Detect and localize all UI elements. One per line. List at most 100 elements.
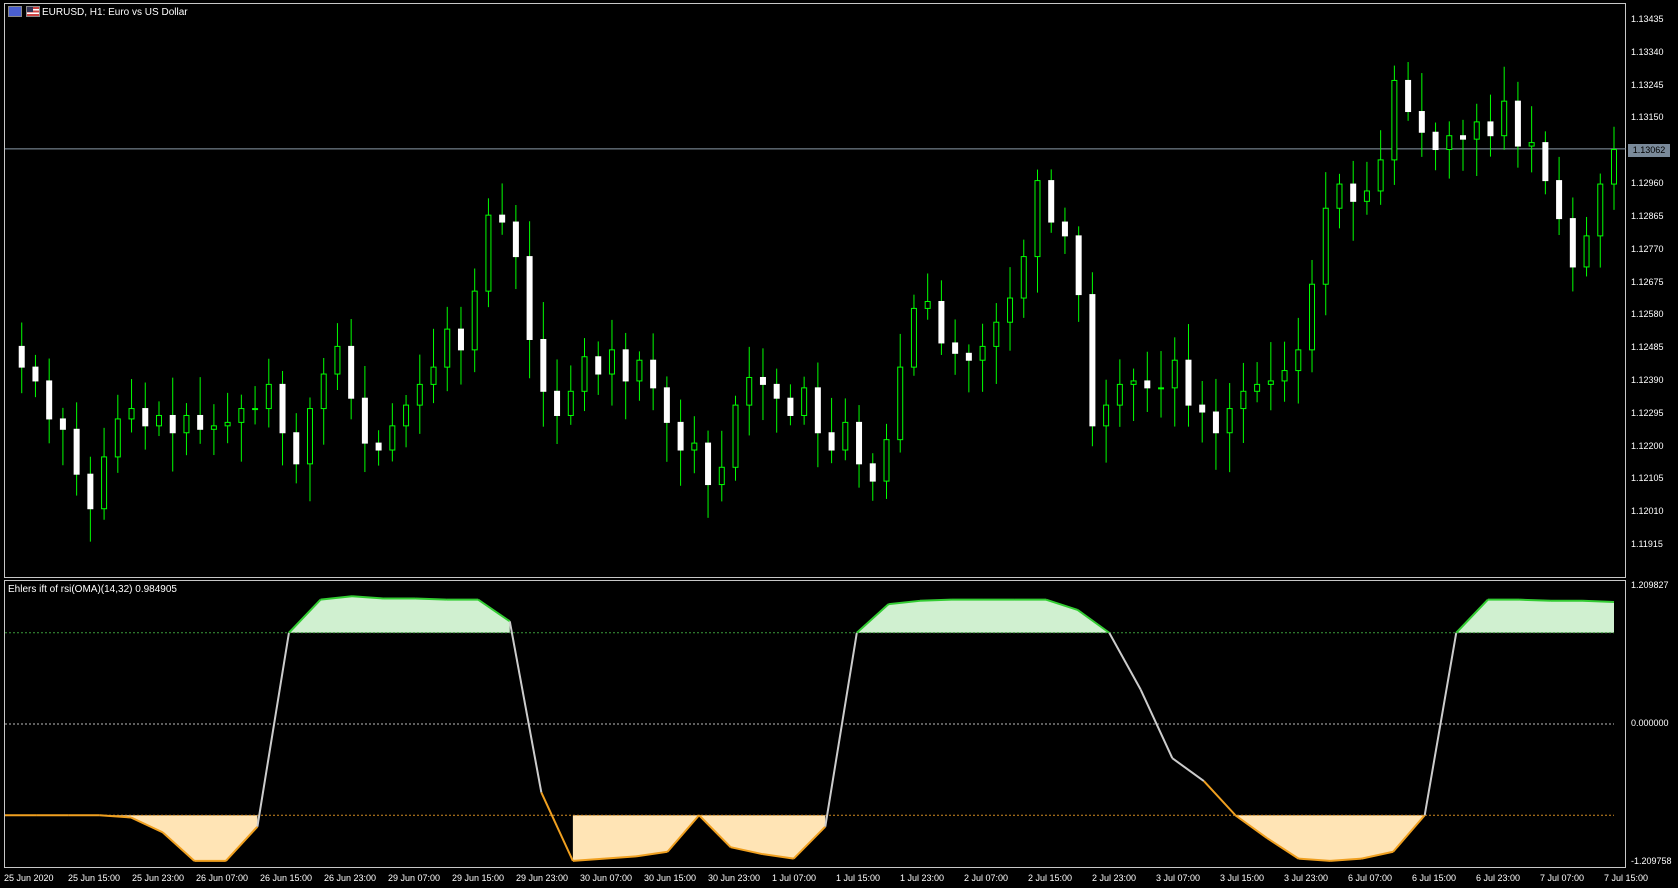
candle-body [965, 352, 972, 361]
candle-body [265, 383, 272, 410]
candle-body [348, 345, 355, 399]
indicator-axis-label: -1.209758 [1631, 856, 1672, 866]
lower-zone-fill [1235, 815, 1425, 861]
candle-body [293, 432, 300, 465]
candle-body [416, 383, 423, 406]
price-axis-label: 1.11915 [1631, 539, 1663, 549]
candle-body [1377, 159, 1384, 192]
candle-body [1185, 359, 1192, 406]
time-axis-label: 2 Jul 07:00 [964, 873, 1009, 883]
candle-body [746, 376, 753, 406]
candle-body [252, 408, 259, 411]
time-axis-label: 2 Jul 15:00 [1028, 873, 1073, 883]
candle-body [101, 456, 108, 510]
time-axis-label: 6 Jul 23:00 [1476, 873, 1521, 883]
candle-body [114, 418, 121, 458]
candle-body [1350, 183, 1357, 202]
candle-body [1514, 100, 1521, 147]
chart-svg [5, 62, 1626, 862]
time-axis-label: 26 Jun 23:00 [324, 873, 377, 883]
ift-line-segment [415, 597, 447, 601]
price-axis-label: 1.12675 [1631, 276, 1664, 287]
candle-body [979, 345, 986, 361]
candle-body [910, 307, 917, 368]
candle-body [403, 404, 410, 427]
candle-body [636, 359, 643, 382]
upper-zone-fill [856, 599, 1110, 633]
candle-body [1432, 131, 1439, 151]
candle-body [155, 414, 162, 427]
ift-line-segment [1203, 780, 1237, 816]
candle-body [608, 349, 615, 375]
price-axis-label: 1.13150 [1631, 112, 1664, 123]
candle-body [18, 345, 25, 368]
candle-body [197, 414, 204, 430]
candle-body [650, 359, 657, 389]
ift-line-segment [1171, 757, 1205, 782]
time-axis-label: 3 Jul 23:00 [1284, 873, 1329, 883]
candle-body [1130, 380, 1137, 385]
candle-body [1075, 235, 1082, 296]
candle-body [1034, 180, 1041, 258]
candle-body [1089, 294, 1096, 427]
price-axis-label: 1.12580 [1631, 309, 1664, 320]
indicator-axis-label: 0.000000 [1631, 718, 1669, 728]
time-axis-label: 7 Jul 15:00 [1604, 873, 1649, 883]
current-price-tag: 1.13062 [1628, 144, 1670, 157]
candle-body [1569, 218, 1576, 268]
candle-body [1171, 359, 1178, 389]
candle-body [897, 366, 904, 441]
candle-body [842, 421, 849, 451]
candle-body [801, 387, 808, 416]
candle-body [471, 290, 478, 351]
candle-body [663, 387, 670, 423]
candle-body [718, 466, 725, 486]
candle-body [526, 256, 533, 340]
time-axis-label: 1 Jul 15:00 [836, 873, 881, 883]
candle-body [46, 380, 53, 420]
time-axis-label: 29 Jun 23:00 [516, 873, 569, 883]
time-axis-label: 30 Jun 07:00 [580, 873, 633, 883]
candle-body [1281, 370, 1288, 382]
candle-body [814, 387, 821, 434]
candle-body [1020, 256, 1027, 299]
price-axis-label: 1.13435 [1631, 14, 1664, 24]
candle-body [883, 439, 890, 482]
time-axis-label: 30 Jun 15:00 [644, 873, 697, 883]
lower-zone-fill [5, 815, 258, 861]
candle-body [1048, 180, 1055, 223]
candle-body [1542, 142, 1549, 182]
candle-body [554, 390, 561, 416]
price-axis-label: 1.12295 [1631, 407, 1664, 418]
upper-zone-fill [1456, 599, 1614, 633]
candle-body [1611, 149, 1617, 185]
ift-line-segment [1519, 598, 1551, 602]
us-flag-icon [26, 6, 40, 17]
price-axis-label: 1.12200 [1631, 440, 1664, 451]
ift-line-segment [1108, 632, 1142, 691]
candle-body [1212, 411, 1219, 434]
candle-body [169, 414, 176, 434]
time-axis-label: 6 Jul 15:00 [1412, 873, 1457, 883]
candle-body [787, 397, 794, 416]
candle-body [1556, 180, 1563, 220]
candle-body [1336, 183, 1343, 209]
candle-body [457, 328, 464, 351]
time-axis-label: 25 Jun 15:00 [68, 873, 121, 883]
ift-line-segment [1582, 599, 1615, 603]
candle-body [677, 421, 684, 451]
candle-body [1418, 111, 1425, 133]
candle-body [59, 418, 66, 430]
candle-body [691, 442, 698, 451]
time-axis-label: 26 Jun 15:00 [260, 873, 313, 883]
candle-body [306, 408, 313, 465]
candle-body [952, 342, 959, 354]
candle-body [1007, 297, 1014, 323]
candle-body [1322, 207, 1329, 285]
candle-body [1583, 235, 1590, 268]
candle-body [375, 442, 382, 451]
candle-body [1528, 142, 1535, 147]
candle-body [183, 414, 190, 434]
candle-body [1597, 183, 1604, 237]
indicator-axis-label: 1.209827 [1631, 580, 1669, 590]
